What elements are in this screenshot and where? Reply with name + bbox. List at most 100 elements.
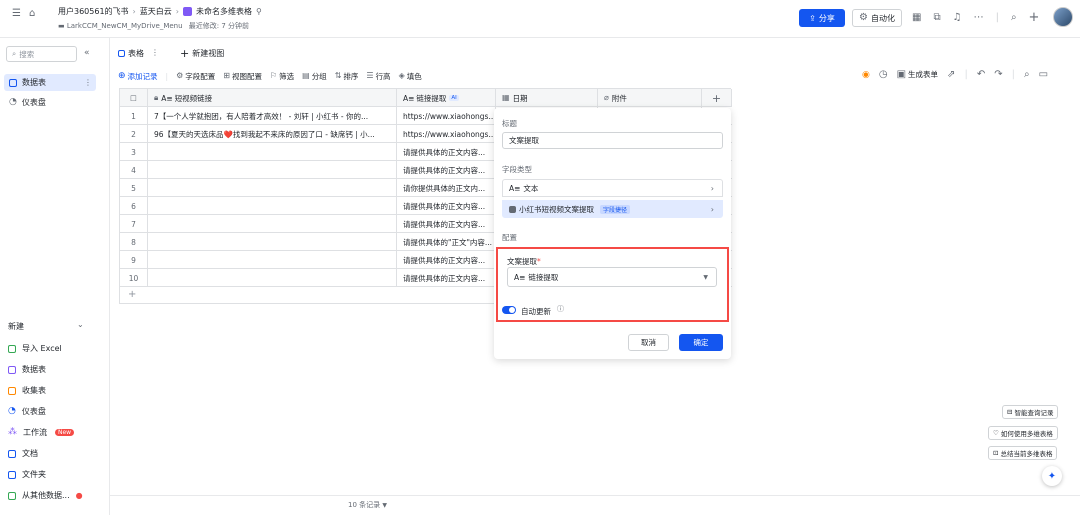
- cell-link-extract[interactable]: 请提供具体的正文内容...: [397, 269, 496, 287]
- share-view-icon[interactable]: ⇗: [947, 69, 955, 80]
- row-number[interactable]: 4: [120, 161, 148, 179]
- breadcrumb-folder[interactable]: 蓝天白云: [140, 6, 172, 17]
- row-number[interactable]: 5: [120, 179, 148, 197]
- doc-title[interactable]: 未命名多维表格: [196, 6, 252, 17]
- automation-button[interactable]: ⚙ 自动化: [852, 9, 902, 27]
- pin-icon[interactable]: ⚲: [256, 7, 262, 16]
- new-datatable[interactable]: 数据表: [8, 364, 46, 375]
- new-workflow[interactable]: ⁂ 工作流 New: [8, 427, 75, 438]
- row-number[interactable]: 9: [120, 251, 148, 269]
- summarize-button[interactable]: ⊡ 总结当前多维表格: [988, 446, 1058, 460]
- template-icon[interactable]: ▦: [912, 12, 921, 23]
- search-records-icon[interactable]: ⌕: [1024, 69, 1030, 80]
- auto-update-toggle[interactable]: [502, 306, 516, 314]
- more-vertical-icon[interactable]: ⋮: [84, 78, 92, 87]
- row-number[interactable]: 1: [120, 107, 148, 125]
- row-number[interactable]: 7: [120, 215, 148, 233]
- chevron-down-icon[interactable]: ⌄: [77, 321, 84, 329]
- cell-link-extract[interactable]: 请提供具体的正文内容...: [397, 197, 496, 215]
- cell-video-link[interactable]: [148, 143, 397, 161]
- dashboard-icon: ◔: [9, 97, 17, 107]
- config-field-select[interactable]: A≡ 链接提取 ▼: [507, 267, 717, 287]
- sort-button[interactable]: ⇅ 排序: [335, 71, 359, 82]
- row-number[interactable]: 2: [120, 125, 148, 143]
- info-icon[interactable]: ⓘ: [557, 306, 564, 313]
- add-record-button[interactable]: ⊕ 添加记录: [118, 71, 158, 82]
- cell-link-extract[interactable]: 请提供具体的正文内容...: [397, 251, 496, 269]
- bell-icon[interactable]: ♫: [953, 12, 962, 23]
- title-input[interactable]: 文案提取: [502, 132, 723, 149]
- confirm-button[interactable]: 确定: [679, 334, 723, 351]
- search-input[interactable]: ⌕ 搜索: [6, 46, 77, 62]
- add-row-button[interactable]: +: [128, 289, 136, 300]
- new-doc[interactable]: 文档: [8, 448, 38, 459]
- cell-link-extract[interactable]: 请提供具体的正文内容...: [397, 161, 496, 179]
- cell-link-extract[interactable]: 请提供具体的正文内容...: [397, 143, 496, 161]
- column-header-video-link[interactable]: 🔒︎ A≡ 短视频链接: [148, 89, 397, 107]
- add-column-button[interactable]: +: [702, 89, 732, 107]
- more-icon[interactable]: ⋯: [974, 12, 984, 23]
- breadcrumb-workspace[interactable]: 用户360561的飞书: [58, 6, 129, 17]
- home-icon[interactable]: ⌂: [29, 9, 35, 19]
- more-vertical-icon[interactable]: ⋮: [151, 49, 159, 57]
- add-icon[interactable]: +: [1029, 11, 1040, 24]
- cell-link-extract[interactable]: https://www.xiaohongs...: [397, 107, 496, 125]
- new-import-excel[interactable]: 导入 Excel: [8, 343, 62, 354]
- column-header-attachment[interactable]: ⌀ 附件: [598, 89, 702, 107]
- cell-video-link[interactable]: [148, 161, 397, 179]
- field-config-button[interactable]: ⚙ 字段配置: [176, 71, 215, 82]
- cell-link-extract[interactable]: 请提供具体的"正文"内容...: [397, 233, 496, 251]
- record-count[interactable]: 10 条记录 ▼: [348, 500, 387, 510]
- cell-video-link[interactable]: [148, 233, 397, 251]
- menu-icon[interactable]: ☰: [12, 9, 21, 19]
- history-icon[interactable]: ◷: [879, 69, 888, 80]
- cell-link-extract[interactable]: 请提供具体的正文内容...: [397, 215, 496, 233]
- avatar[interactable]: [1053, 7, 1073, 27]
- cell-video-link[interactable]: 96【夏天的天选床品❤️找到我起不来床的原因了口 - 缺席钙 | 小...: [148, 125, 397, 143]
- tab-table[interactable]: 表格 ⋮: [118, 44, 159, 62]
- redo-icon[interactable]: ↷: [994, 69, 1002, 80]
- how-to-button[interactable]: ♡ 如何使用多维表格: [988, 426, 1058, 440]
- comment-icon[interactable]: ▭: [1039, 69, 1048, 80]
- sidebar-item-datatable[interactable]: 数据表 ⋮: [4, 74, 96, 91]
- column-header-date[interactable]: ▦ 日期: [496, 89, 598, 107]
- group-button[interactable]: ▤ 分组: [302, 71, 327, 82]
- new-dashboard[interactable]: ◔ 仪表盘: [8, 406, 46, 417]
- collapse-sidebar-icon[interactable]: «: [84, 48, 90, 58]
- fill-color-button[interactable]: ◈ 填色: [399, 71, 422, 82]
- cell-link-extract[interactable]: 请你提供具体的正文内...: [397, 179, 496, 197]
- cell-video-link[interactable]: [148, 251, 397, 269]
- cell-link-extract[interactable]: https://www.xiaohongs...: [397, 125, 496, 143]
- view-config-button[interactable]: ⊞ 视图配置: [223, 71, 262, 82]
- field-type-text-option[interactable]: A≡ 文本 ›: [502, 179, 723, 197]
- new-view-button[interactable]: + 新建视图: [180, 44, 224, 62]
- row-number[interactable]: 3: [120, 143, 148, 161]
- row-number[interactable]: 10: [120, 269, 148, 287]
- sidebar-item-dashboard[interactable]: ◔ 仪表盘: [4, 94, 96, 111]
- select-all-checkbox[interactable]: ☐: [120, 89, 148, 107]
- search-icon[interactable]: ⌕: [1011, 12, 1017, 23]
- smart-query-button[interactable]: ⊟ 智能查询记录: [1002, 405, 1059, 419]
- cell-video-link[interactable]: [148, 179, 397, 197]
- filter-button[interactable]: ⚐ 筛选: [270, 71, 294, 82]
- cell-video-link[interactable]: [148, 215, 397, 233]
- cancel-button[interactable]: 取消: [628, 334, 669, 351]
- ai-sparkle-button[interactable]: ✦: [1042, 466, 1062, 486]
- share-button[interactable]: ⇪ 分享: [799, 9, 845, 27]
- generate-form-button[interactable]: ▣ 生成表单: [897, 69, 938, 80]
- doc-path[interactable]: LarkCCM_NewCM_MyDrive_Menu: [67, 22, 183, 30]
- row-number[interactable]: 6: [120, 197, 148, 215]
- new-folder[interactable]: 文件夹: [8, 469, 46, 480]
- row-height-button[interactable]: ☰ 行高: [366, 71, 390, 82]
- cell-video-link[interactable]: 7【一个人学就抱团，有人陪着才高效！ - 刘轩 | 小红书 - 你的...: [148, 107, 397, 125]
- undo-icon[interactable]: ↶: [977, 69, 985, 80]
- cell-video-link[interactable]: [148, 197, 397, 215]
- new-form[interactable]: 收集表: [8, 385, 46, 396]
- new-from-other-data[interactable]: 从其他数据... ●: [8, 490, 83, 501]
- ai-assistant-icon[interactable]: ◉: [862, 70, 870, 80]
- column-header-link-extract[interactable]: A≡ 链接提取 AI: [397, 89, 496, 107]
- field-type-extension-option[interactable]: 小红书短视频文案提取 字段捷径 ›: [502, 200, 723, 218]
- cell-video-link[interactable]: [148, 269, 397, 287]
- row-number[interactable]: 8: [120, 233, 148, 251]
- plugin-icon[interactable]: ⧉: [933, 12, 940, 23]
